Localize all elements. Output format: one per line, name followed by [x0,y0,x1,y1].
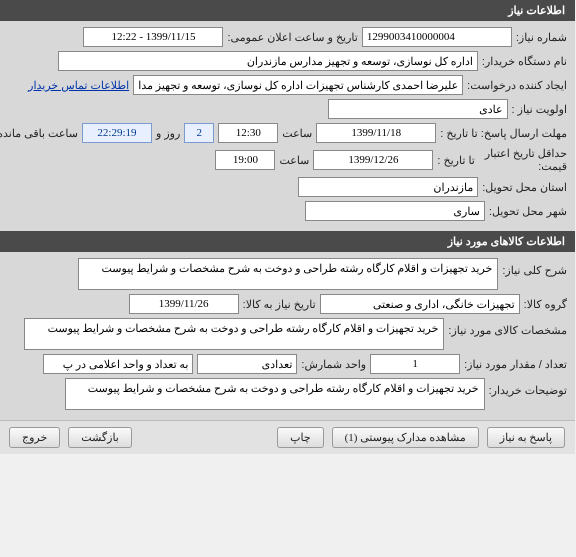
unit-input[interactable] [198,354,298,374]
spec-label: مشخصات کالای مورد نیاز: [449,318,568,337]
qty-input[interactable] [371,354,461,374]
days-label: روز و [157,127,181,140]
priority-label: اولویت نیاز : [513,103,568,116]
buyer-notes-textarea[interactable] [66,378,486,410]
respond-button[interactable]: پاسخ به نیاز [488,427,566,448]
need-date-label: تاریخ نیاز به کالا: [244,298,317,311]
group-label: گروه کالا: [525,298,568,311]
section-header-goods-info: اطلاعات کالاهای مورد نیاز [0,231,576,252]
need-date-input[interactable] [130,294,240,314]
buyer-org-label: نام دستگاه خریدار: [483,55,568,68]
group-input[interactable] [321,294,521,314]
min-valid-label2: قیمت: [486,160,568,173]
section-body-need-info: شماره نیاز: تاریخ و ساعت اعلان عمومی: نا… [0,21,576,231]
deadline-time-label: ساعت [283,127,313,140]
min-valid-label1: حداقل تاریخ اعتبار [486,147,568,160]
creator-label: ایجاد کننده درخواست: [468,79,568,92]
buyer-org-input[interactable] [59,51,479,71]
deadline-date-input[interactable] [317,123,437,143]
exit-button[interactable]: خروج [10,427,61,448]
creator-input [134,75,464,95]
remaining-label: ساعت باقی مانده [0,127,79,140]
countdown-input [83,123,153,143]
deadline-label: مهلت ارسال پاسخ: تا تاریخ : [441,127,568,140]
general-desc-textarea[interactable] [79,258,499,290]
announce-datetime-label: تاریخ و ساعت اعلان عمومی: [228,31,358,44]
buyer-contact-link[interactable]: اطلاعات تماس خریدار [29,79,130,92]
section-header-need-info: اطلاعات نیاز [0,0,576,21]
buyer-notes-label: توضیحات خریدار: [490,378,568,397]
province-label: استان محل تحویل: [483,181,568,194]
deadline-time-input[interactable] [219,123,279,143]
general-desc-label: شرح کلی نیاز: [503,258,568,277]
min-valid-date-input[interactable] [314,150,434,170]
days-count-input [185,123,215,143]
back-button[interactable]: بازگشت [69,427,133,448]
attachments-button[interactable]: مشاهده مدارک پیوستی (1) [333,427,480,448]
need-no-label: شماره نیاز: [517,31,568,44]
announce-datetime-input [84,27,224,47]
city-label: شهر محل تحویل: [490,205,568,218]
city-input [306,201,486,221]
priority-input [329,99,509,119]
spec-textarea[interactable] [25,318,445,350]
print-button[interactable]: چاپ [278,427,325,448]
button-bar: پاسخ به نیاز مشاهده مدارک پیوستی (1) چاپ… [0,420,576,454]
province-input [299,177,479,197]
min-valid-time-label: ساعت [280,154,310,167]
unit-label: واحد شمارش: [302,358,367,371]
per-unit-input [44,354,194,374]
qty-label: تعداد / مقدار مورد نیاز: [465,358,568,371]
min-valid-to-label: تا تاریخ : [438,154,475,167]
min-valid-time-input[interactable] [216,150,276,170]
section-body-goods-info: شرح کلی نیاز: گروه کالا: تاریخ نیاز به ک… [0,252,576,420]
need-no-input[interactable] [363,27,513,47]
